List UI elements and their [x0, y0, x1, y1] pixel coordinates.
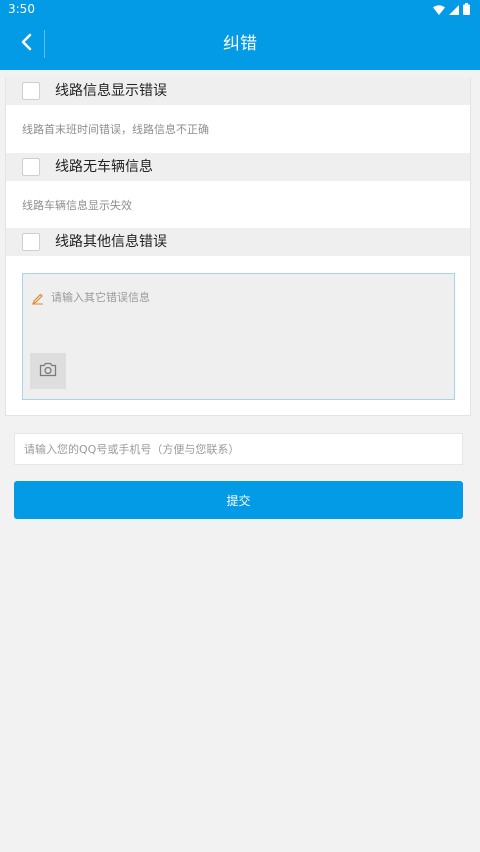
status-time: 3:50 — [8, 2, 35, 16]
pencil-icon — [31, 290, 45, 305]
status-bar: 3:50 — [0, 0, 480, 18]
checkbox-other-info-error[interactable] — [22, 233, 40, 251]
option-description: 线路首末班时间错误，线路信息不正确 — [22, 123, 209, 136]
option-label: 线路无车辆信息 — [55, 159, 153, 175]
option-description: 线路车辆信息显示失效 — [22, 199, 132, 212]
submit-button[interactable]: 提交 — [14, 481, 463, 519]
wifi-icon — [433, 0, 445, 19]
page-title: 纠错 — [223, 34, 257, 54]
option-label: 线路其他信息错误 — [55, 234, 167, 250]
option-label: 线路信息显示错误 — [55, 83, 167, 99]
add-photo-button[interactable] — [30, 353, 66, 389]
option-other-info-error[interactable]: 线路其他信息错误 — [6, 228, 470, 256]
other-error-input[interactable] — [51, 288, 441, 306]
signal-icon — [449, 0, 459, 19]
checkbox-route-info-error[interactable] — [22, 82, 40, 100]
contact-input[interactable] — [14, 433, 463, 465]
checkbox-no-vehicle-info[interactable] — [22, 158, 40, 176]
battery-icon — [463, 0, 470, 19]
other-error-box[interactable] — [22, 273, 455, 400]
option-no-vehicle-info[interactable]: 线路无车辆信息 — [6, 153, 470, 181]
nav-bar: 纠错 — [0, 18, 480, 70]
status-icons — [433, 2, 470, 15]
camera-icon — [39, 362, 57, 381]
option-route-info-error[interactable]: 线路信息显示错误 — [6, 77, 470, 105]
